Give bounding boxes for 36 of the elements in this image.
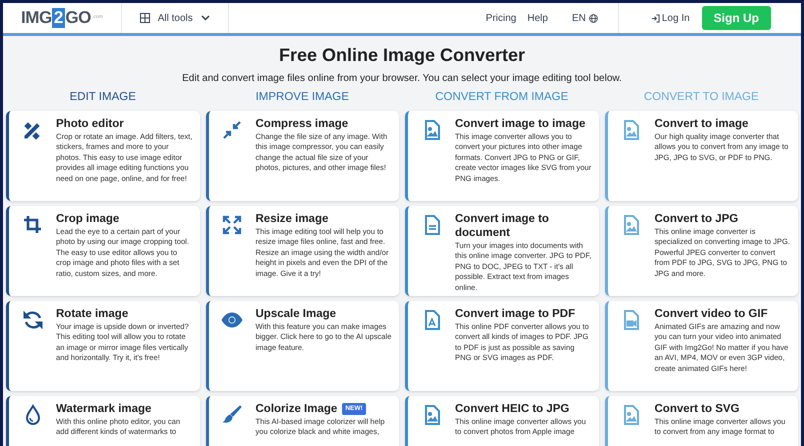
- compress-arrows-icon: [221, 119, 243, 141]
- tool-title: Photo editor: [56, 117, 124, 131]
- page-title: Free Online Image Converter: [278, 44, 526, 66]
- column-heading: CONVERT TO IMAGE: [642, 90, 760, 105]
- column-heading: EDIT IMAGE: [68, 90, 137, 105]
- tool-title: Resize image: [256, 212, 328, 226]
- tool-title: Convert image to image: [455, 117, 586, 131]
- column-heading: CONVERT FROM IMAGE: [434, 90, 570, 105]
- tool-title: Compress image: [256, 117, 348, 131]
- nav-link[interactable]: Help: [527, 10, 548, 26]
- globe-icon: [588, 14, 598, 22]
- tool-title: Crop image: [56, 212, 120, 226]
- tool-title: Convert to image: [654, 117, 748, 131]
- tool-title: Upscale Image: [256, 307, 336, 321]
- expand-arrows-icon: [221, 214, 243, 236]
- column-heading: IMPROVE IMAGE: [254, 90, 350, 105]
- crop-icon: [22, 214, 44, 236]
- tool-title: Convert HEIC to JPG: [455, 402, 570, 416]
- chevron-down-icon: [200, 15, 210, 21]
- rotate-icon: [22, 309, 44, 331]
- page-subtitle: Edit and convert image files online from your browser. You can select your image editing tool below.: [182, 72, 622, 86]
- tool-title: Convert video to GIF: [654, 307, 768, 321]
- all-tools-menu[interactable]: All tools: [122, 3, 229, 33]
- tool-title: Convert image to document: [455, 212, 550, 240]
- tool-title: Colorize Image: [256, 402, 338, 416]
- login-link[interactable]: Log In: [650, 10, 690, 26]
- nav-link[interactable]: Pricing: [486, 10, 516, 26]
- tool-title: Watermark image: [56, 402, 152, 416]
- tool-title: Convert image to PDF: [455, 307, 576, 321]
- grid-icon: [140, 13, 150, 23]
- tool-title: Convert to JPG: [654, 212, 738, 226]
- language-selector[interactable]: EN: [572, 10, 598, 26]
- tool-title: Rotate image: [56, 307, 128, 321]
- tool-title: Convert to SVG: [654, 402, 740, 416]
- tool-card[interactable]: [6, 111, 200, 201]
- login-icon: [650, 14, 660, 22]
